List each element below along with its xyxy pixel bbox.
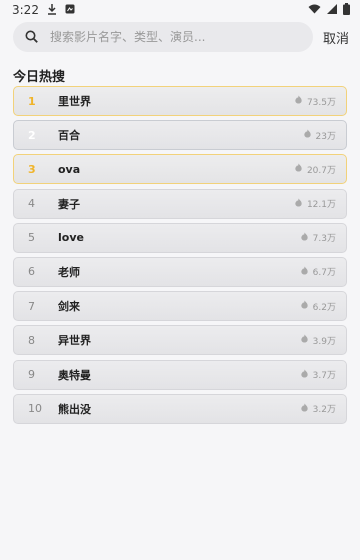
- hot-count: 3.9万: [300, 334, 336, 347]
- fire-icon: [300, 334, 309, 346]
- hot-count: 7.3万: [300, 231, 336, 244]
- hot-count-value: 12.1万: [306, 200, 336, 211]
- rank-number: 10: [28, 402, 42, 416]
- hot-search-title-text: ova: [58, 162, 81, 176]
- fire-icon: [294, 95, 303, 107]
- hot-count-value: 3.7万: [312, 371, 336, 381]
- rank-number: 8: [28, 333, 35, 347]
- hot-search-title-text: 熊出没: [58, 402, 91, 416]
- hot-search-item[interactable]: 10 熊出没 3.2万: [13, 393, 347, 424]
- hot-search-item[interactable]: 3 ova 20.7万: [13, 154, 347, 185]
- search-icon: [25, 28, 38, 47]
- rank-number: 5: [28, 231, 35, 245]
- hot-count-value: 3.9万: [312, 336, 336, 347]
- rank-number: 2: [28, 128, 36, 142]
- rank-number: 6: [28, 265, 35, 279]
- hot-search-title-text: 百合: [58, 129, 80, 143]
- hot-search-item[interactable]: 7 剑来 6.2万: [13, 291, 347, 322]
- hot-count: 20.7万: [294, 163, 336, 176]
- hot-search-list: 1 里世界 73.5万 2 百合 23万 3 ova 20.7万 4 妻子 12…: [13, 86, 347, 428]
- status-right: [308, 2, 350, 18]
- hot-search-item[interactable]: 8 异世界 3.9万: [13, 325, 347, 356]
- hot-count-value: 7.3万: [312, 234, 336, 245]
- search-input[interactable]: [50, 30, 280, 44]
- rank-number: 4: [28, 197, 35, 211]
- fire-icon: [300, 403, 309, 415]
- hot-search-title-text: 妻子: [58, 197, 80, 211]
- fire-icon: [300, 232, 309, 244]
- status-time: 3:22: [12, 3, 39, 17]
- search-row: 取消: [13, 22, 360, 52]
- rank-number: 7: [28, 299, 35, 313]
- hot-count: 6.2万: [300, 300, 336, 313]
- hot-search-title-text: 奥特曼: [58, 368, 91, 382]
- fire-icon: [294, 163, 303, 175]
- hot-count-value: 20.7万: [306, 165, 336, 176]
- hot-count: 6.7万: [300, 265, 336, 278]
- fire-icon: [294, 198, 303, 210]
- fire-icon: [303, 129, 312, 141]
- hot-search-title-text: 异世界: [58, 334, 91, 348]
- hot-count: 3.7万: [300, 368, 336, 381]
- status-left: 3:22: [12, 3, 75, 18]
- hot-count-value: 73.5万: [306, 97, 336, 108]
- hot-count-value: 6.2万: [312, 302, 336, 313]
- rank-number: 3: [28, 162, 36, 176]
- notification-icon: [65, 3, 75, 17]
- wifi-icon: [308, 3, 321, 17]
- signal-icon: [327, 3, 337, 17]
- hot-search-item[interactable]: 1 里世界 73.5万: [13, 86, 347, 116]
- rank-number: 1: [28, 94, 36, 108]
- hot-search-item[interactable]: 2 百合 23万: [13, 120, 347, 151]
- hot-search-title-text: 老师: [58, 265, 80, 279]
- hot-count-value: 3.2万: [312, 405, 336, 416]
- search-box[interactable]: [13, 22, 313, 52]
- rank-number: 9: [28, 368, 35, 381]
- status-bar: 3:22: [0, 0, 360, 20]
- hot-search-item[interactable]: 6 老师 6.7万: [13, 256, 347, 287]
- cancel-button[interactable]: 取消: [323, 28, 349, 47]
- download-icon: [47, 3, 57, 18]
- hot-search-title-text: 里世界: [58, 95, 91, 108]
- hot-search-title-text: 剑来: [58, 300, 80, 314]
- hot-search-item[interactable]: 4 妻子 12.1万: [13, 188, 347, 219]
- hot-search-title-text: love: [58, 231, 84, 245]
- hot-count: 3.2万: [300, 402, 336, 415]
- hot-search-item[interactable]: 5 love 7.3万: [13, 222, 347, 253]
- hot-count: 12.1万: [294, 197, 336, 210]
- fire-icon: [300, 368, 309, 381]
- hot-search-item[interactable]: 9 奥特曼 3.7万: [13, 359, 347, 390]
- hot-count-value: 23万: [315, 131, 336, 142]
- hot-count: 23万: [303, 129, 336, 142]
- hot-count: 73.5万: [294, 95, 336, 108]
- battery-icon: [343, 2, 350, 18]
- fire-icon: [300, 266, 309, 278]
- hot-count-value: 6.7万: [312, 268, 336, 279]
- fire-icon: [300, 300, 309, 312]
- hot-search-title: 今日热搜: [13, 70, 66, 85]
